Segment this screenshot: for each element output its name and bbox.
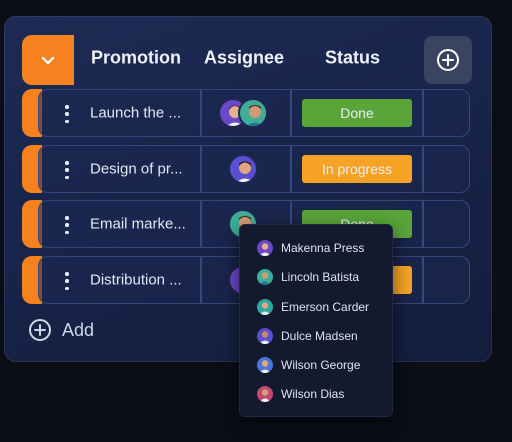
- divider: [200, 146, 202, 192]
- avatar: [257, 269, 273, 285]
- divider: [200, 201, 202, 247]
- avatar: [257, 357, 273, 373]
- avatar: [257, 299, 273, 315]
- assignee-cell[interactable]: [218, 154, 278, 186]
- collapse-group-button[interactable]: [22, 35, 74, 85]
- assignee-name: Lincoln Batista: [281, 270, 360, 284]
- table-row[interactable]: Launch the ... Done: [22, 89, 470, 137]
- assignee-name: Emerson Carder: [281, 300, 370, 314]
- column-header-assignee[interactable]: Assignee: [204, 48, 284, 69]
- avatar: [238, 98, 268, 128]
- assignee-option[interactable]: Wilson George: [257, 353, 360, 377]
- row-menu-icon[interactable]: [64, 161, 70, 179]
- divider: [422, 257, 424, 303]
- add-row-label: Add: [62, 319, 95, 340]
- status-badge[interactable]: Done: [302, 99, 412, 127]
- add-row-button[interactable]: Add: [28, 318, 94, 342]
- assignee-name: Dulce Madsen: [281, 329, 358, 343]
- assignee-option[interactable]: Wilson Dias: [257, 382, 344, 406]
- status-badge[interactable]: In progress: [302, 155, 412, 183]
- row-menu-icon[interactable]: [64, 216, 70, 234]
- divider: [290, 90, 292, 136]
- task-name[interactable]: Distribution ...: [90, 272, 182, 289]
- assignee-name: Wilson George: [281, 358, 361, 372]
- assignee-dropdown: Makenna Press Lincoln Batista Emerson Ca…: [239, 224, 393, 417]
- plus-circle-icon: [29, 319, 51, 341]
- avatar: [257, 386, 273, 402]
- row-menu-icon[interactable]: [64, 272, 70, 290]
- divider: [200, 90, 202, 136]
- column-header-promotion[interactable]: Promotion: [91, 48, 181, 69]
- task-name[interactable]: Design of pr...: [90, 161, 183, 178]
- divider: [422, 201, 424, 247]
- assignee-cell[interactable]: [218, 98, 278, 130]
- add-column-button[interactable]: [424, 36, 472, 84]
- assignee-option[interactable]: Makenna Press: [257, 236, 364, 260]
- column-header-status[interactable]: Status: [325, 48, 380, 69]
- avatar: [257, 328, 273, 344]
- assignee-option[interactable]: Lincoln Batista: [257, 265, 359, 289]
- table-row[interactable]: Design of pr... In progress: [22, 145, 470, 193]
- row-menu-icon[interactable]: [64, 105, 70, 123]
- assignee-name: Wilson Dias: [281, 387, 345, 401]
- task-name[interactable]: Email marke...: [90, 216, 186, 233]
- divider: [290, 146, 292, 192]
- avatar: [228, 154, 258, 184]
- assignee-option[interactable]: Emerson Carder: [257, 295, 369, 319]
- divider: [422, 146, 424, 192]
- avatar: [257, 240, 273, 256]
- assignee-option[interactable]: Dulce Madsen: [257, 324, 358, 348]
- divider: [200, 257, 202, 303]
- plus-circle-icon: [437, 49, 459, 71]
- divider: [422, 90, 424, 136]
- chevron-down-icon: [41, 56, 55, 65]
- assignee-name: Makenna Press: [281, 241, 365, 255]
- task-name[interactable]: Launch the ...: [90, 105, 181, 122]
